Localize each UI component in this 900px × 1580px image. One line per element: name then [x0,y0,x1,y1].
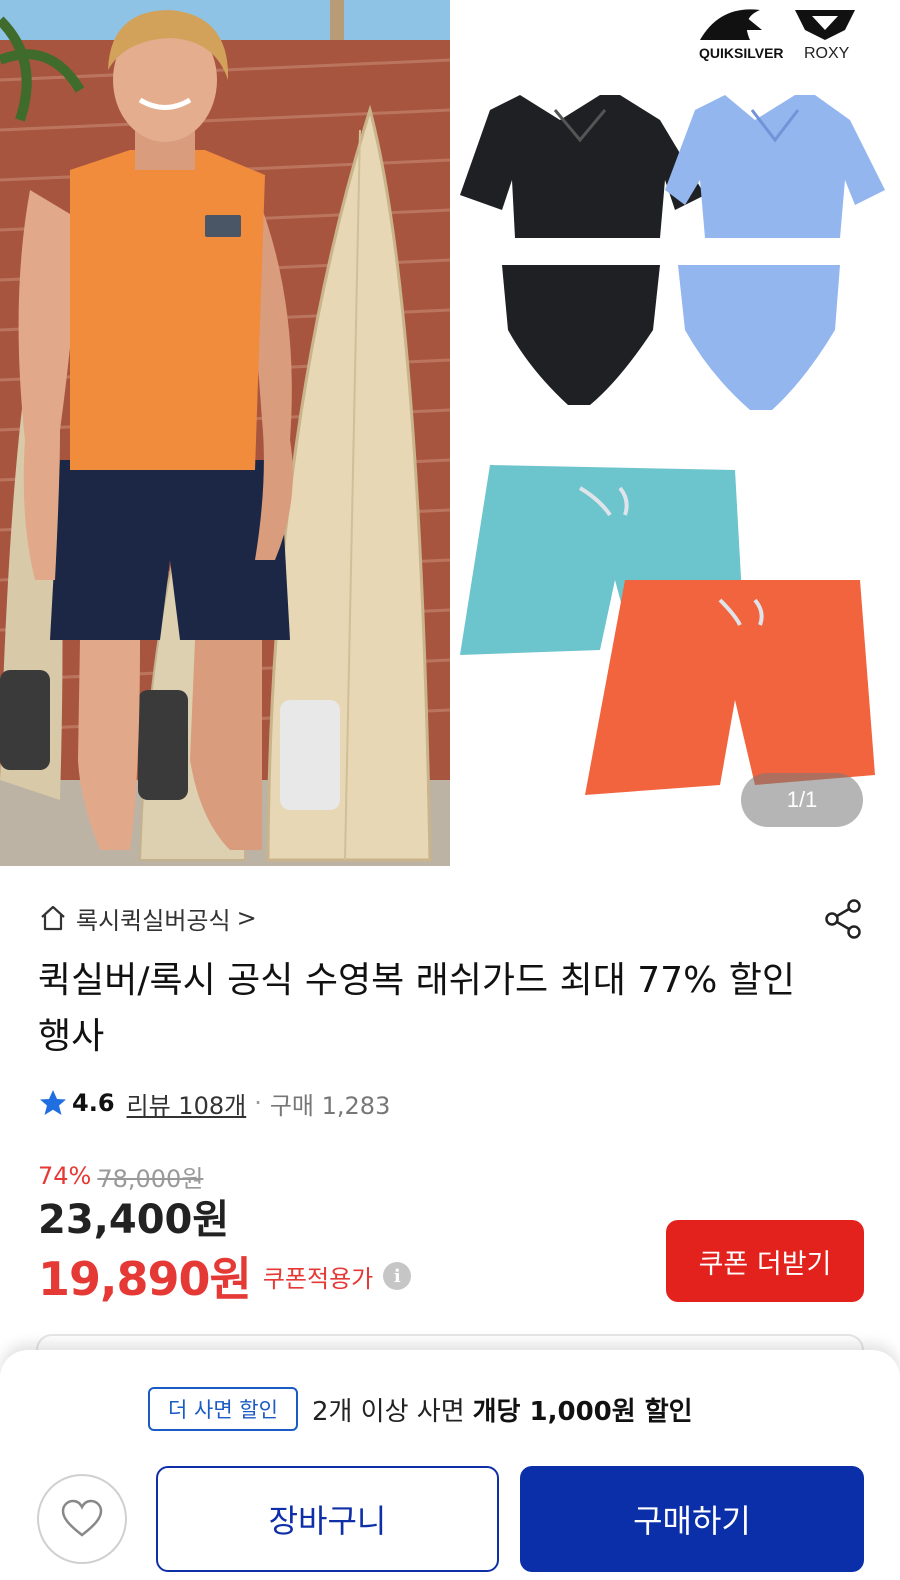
purchase-count: 구매 1,283 [269,1091,391,1120]
separator-dot: · [254,1089,262,1117]
info-icon[interactable]: i [383,1262,412,1290]
image-counter-badge: 1/1 [741,773,863,827]
star-icon [40,1090,66,1115]
heart-icon [61,1499,103,1537]
get-more-coupons-button[interactable]: 쿠폰 더받기 [666,1220,864,1302]
product-image-carousel[interactable]: QUIKSILVER ROXY 1/1 [0,0,900,866]
share-icon[interactable] [822,897,866,941]
bulk-discount-promo: 더 사면 할인 2개 이상 사면 개당 1,000원 할인 [148,1386,693,1432]
bulk-discount-badge: 더 사면 할인 [148,1387,298,1431]
store-name: 록시퀵실버공식 [76,906,231,935]
purchase-bottom-sheet: 더 사면 할인 2개 이상 사면 개당 1,000원 할인 장바구니 구매하기 [0,1350,900,1580]
review-count-link[interactable]: 리뷰 108개 [127,1086,247,1121]
rating-score: 4.6 [72,1089,115,1117]
bulk-discount-condition: 2개 이상 사면 [311,1396,465,1427]
original-price: 78,000원 [97,1164,204,1193]
coupon-price-label: 쿠폰적용가 [262,1264,374,1293]
svg-text:QUIKSILVER: QUIKSILVER [699,45,784,61]
store-link[interactable]: 록시퀵실버공식 > [38,898,257,938]
home-icon [41,905,65,931]
roxy-logo-icon [795,10,855,40]
wishlist-button[interactable] [37,1474,127,1564]
coupon-price: 19,890원 [38,1252,252,1306]
svg-text:ROXY: ROXY [804,45,850,62]
sale-price: 23,400원 [38,1197,230,1243]
product-title: 퀵실버/록시 공식 수영복 래쉬가드 최대 77% 할인행사 [38,960,795,1057]
bulk-discount-amount: 개당 1,000원 할인 [472,1396,693,1427]
product-collage: QUIKSILVER ROXY [450,0,900,866]
chevron-right-icon: > [236,904,257,932]
quiksilver-logo-icon [700,9,762,40]
coupon-price-row: 19,890원 쿠폰적용가 i [38,1246,412,1306]
discount-info: 74% 78,000원 [38,1158,203,1194]
add-to-cart-button[interactable]: 장바구니 [156,1466,499,1572]
discount-percent: 74% [38,1162,92,1190]
lifestyle-photo [0,0,450,866]
buy-now-button[interactable]: 구매하기 [520,1466,864,1572]
rating-summary: 4.6 리뷰 108개 · 구매 1,283 [38,1083,390,1123]
